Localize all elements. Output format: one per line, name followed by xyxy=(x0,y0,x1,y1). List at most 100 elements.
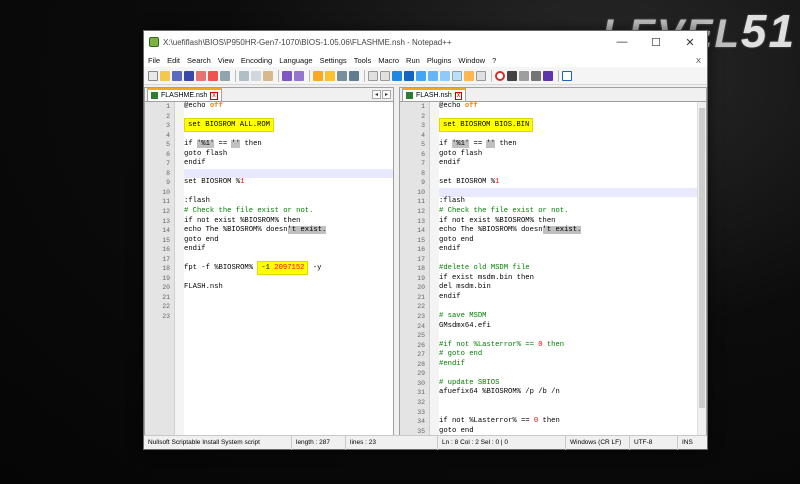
record-icon[interactable] xyxy=(495,70,505,81)
close-document-button[interactable]: X xyxy=(696,56,701,65)
code-line: set BIOSROM BIOS.BIN xyxy=(439,118,697,133)
new-icon[interactable] xyxy=(148,70,158,81)
close-icon[interactable] xyxy=(196,70,206,81)
menu-file[interactable]: File xyxy=(148,56,160,65)
play-icon[interactable] xyxy=(519,70,529,81)
line-number: 11 xyxy=(417,198,425,206)
close-button[interactable]: ✕ xyxy=(673,36,707,49)
status-encoding[interactable]: UTF-8 xyxy=(630,435,678,450)
code-line: endif xyxy=(439,159,697,169)
code-text: endif xyxy=(184,245,206,254)
line-number: 34 xyxy=(417,418,425,426)
save-all-icon[interactable] xyxy=(184,70,194,81)
menu-tools[interactable]: Tools xyxy=(354,56,372,65)
save-icon[interactable] xyxy=(172,70,182,81)
code-line: @echo off xyxy=(184,102,393,112)
menu-plugins[interactable]: Plugins xyxy=(427,56,452,65)
func-list-icon[interactable] xyxy=(452,70,462,81)
line-number: 10 xyxy=(162,188,170,196)
code-line: set BIOSROM %1 xyxy=(184,178,393,188)
code-area[interactable]: @echo off set BIOSROM BIOS.BIN if '%1' =… xyxy=(439,102,697,436)
udl-icon[interactable] xyxy=(428,70,438,81)
close-all-icon[interactable] xyxy=(208,70,218,81)
line-number: 11 xyxy=(162,198,170,206)
comment: # update SBIOS xyxy=(439,378,500,387)
vertical-scrollbar[interactable] xyxy=(697,102,706,436)
string-literal: 't exist. xyxy=(542,226,582,235)
menu-encoding[interactable]: Encoding xyxy=(241,56,272,65)
sync-v-icon[interactable] xyxy=(368,70,378,81)
line-number: 9 xyxy=(166,179,170,187)
code-area[interactable]: @echo off set BIOSROM ALL.ROM if '%1' ==… xyxy=(184,102,393,436)
code-text: if not %Lasterror% == xyxy=(439,417,534,426)
code-text: goto end xyxy=(439,426,474,435)
tab-prev-arrow-icon[interactable]: ◂ xyxy=(371,90,381,99)
tab-flashme-nsh[interactable]: FLASHME.nsh x xyxy=(147,88,222,101)
menu-edit[interactable]: Edit xyxy=(167,56,180,65)
menu-view[interactable]: View xyxy=(218,56,234,65)
copy-icon[interactable] xyxy=(251,70,261,81)
undo-icon[interactable] xyxy=(282,70,292,81)
menu-language[interactable]: Language xyxy=(279,56,312,65)
left-editor[interactable]: 1 2 3 4 5 6 7 8 9 10 11 12 13 14 15 16 1 xyxy=(145,102,393,436)
all-chars-icon[interactable] xyxy=(404,70,414,81)
find-icon[interactable] xyxy=(313,70,323,81)
tab-next-arrow-icon[interactable]: ▸ xyxy=(381,90,391,99)
spell-icon[interactable] xyxy=(562,70,572,81)
status-bar: Nullsoft Scriptable Install System scrip… xyxy=(144,435,707,450)
replace-icon[interactable] xyxy=(325,70,335,81)
status-eol[interactable]: Windows (CR LF) xyxy=(566,435,630,450)
number-literal: 1 xyxy=(495,178,500,187)
zoom-in-icon[interactable] xyxy=(337,70,347,81)
play-multi-icon[interactable] xyxy=(531,70,541,81)
line-number: 7 xyxy=(166,160,170,168)
tab-scroll-arrows: ◂ ▸ xyxy=(371,90,391,99)
tab-close-icon[interactable]: x xyxy=(210,91,218,100)
line-number: 16 xyxy=(162,246,170,254)
print-icon[interactable] xyxy=(220,70,230,81)
code-line: if not %Lasterror% == 0 then xyxy=(439,417,697,427)
code-line: goto end xyxy=(439,236,697,246)
indent-guide-icon[interactable] xyxy=(416,70,426,81)
doc-map-icon[interactable] xyxy=(440,70,450,81)
zoom-out-icon[interactable] xyxy=(349,70,359,81)
line-number: 29 xyxy=(417,370,425,378)
menu-help[interactable]: ? xyxy=(492,56,496,65)
line-number: 22 xyxy=(417,303,425,311)
menu-window[interactable]: Window xyxy=(458,56,485,65)
stop-icon[interactable] xyxy=(507,70,517,81)
monitor-icon[interactable] xyxy=(476,70,486,81)
code-line: #endif xyxy=(439,360,697,370)
line-number: 16 xyxy=(417,246,425,254)
minimize-button[interactable]: — xyxy=(605,36,639,48)
line-number: 26 xyxy=(417,341,425,349)
right-editor[interactable]: 1 2 3 4 5 6 7 8 9 10 11 12 13 14 15 16 1 xyxy=(400,102,697,436)
sync-h-icon[interactable] xyxy=(380,70,390,81)
folder-icon[interactable] xyxy=(464,70,474,81)
tab-close-icon[interactable]: x xyxy=(454,91,463,100)
save-macro-icon[interactable] xyxy=(543,70,553,81)
line-number: 28 xyxy=(417,360,425,368)
cut-icon[interactable] xyxy=(239,70,249,81)
redo-icon[interactable] xyxy=(294,70,304,81)
wrap-icon[interactable] xyxy=(392,70,402,81)
scrollbar-thumb[interactable] xyxy=(699,108,705,408)
paste-icon[interactable] xyxy=(263,70,273,81)
open-icon[interactable] xyxy=(160,70,170,81)
tab-flash-nsh[interactable]: FLASH.nsh x xyxy=(402,88,467,101)
comment: #if not %Lasterror% == xyxy=(439,340,539,349)
comment: # Check the file exist or not. xyxy=(439,207,569,216)
menu-settings[interactable]: Settings xyxy=(320,56,347,65)
number-literal: 2097152 xyxy=(274,264,305,273)
code-line: del msdm.bin xyxy=(439,283,697,293)
line-number-gutter: 1 2 3 4 5 6 7 8 9 10 11 12 13 14 15 16 1 xyxy=(400,102,430,436)
maximize-button[interactable]: ☐ xyxy=(639,36,673,49)
menu-macro[interactable]: Macro xyxy=(378,56,399,65)
menu-run[interactable]: Run xyxy=(406,56,420,65)
line-number: 32 xyxy=(417,398,425,406)
menu-search[interactable]: Search xyxy=(187,56,211,65)
line-number: 12 xyxy=(417,208,425,216)
line-number: 5 xyxy=(166,141,170,149)
